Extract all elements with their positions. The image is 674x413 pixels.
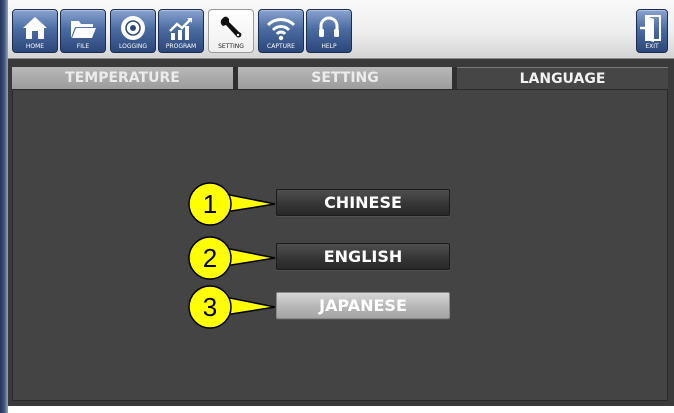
app-window: HOME FILE LOGGING PROGRAM SETTING CAPTUR…	[8, 0, 674, 406]
exit-button[interactable]: EXIT	[636, 9, 668, 53]
tab-divider	[233, 67, 238, 89]
window-edge	[0, 0, 8, 413]
toolbar: HOME FILE LOGGING PROGRAM SETTING CAPTUR…	[8, 0, 674, 59]
callout-3: 3	[179, 283, 279, 329]
callout-1: 1	[179, 180, 279, 226]
callout-2: 2	[179, 234, 279, 280]
callout-number: 2	[202, 243, 218, 273]
home-button[interactable]: HOME	[12, 9, 58, 53]
tab-setting[interactable]: SETTING	[238, 67, 452, 89]
folder-icon	[61, 13, 105, 43]
help-button[interactable]: HELP	[306, 9, 352, 53]
headset-icon	[307, 13, 351, 43]
english-button[interactable]: ENGLISH	[276, 243, 450, 270]
exit-label: EXIT	[645, 43, 659, 50]
setting-button[interactable]: SETTING	[208, 9, 254, 53]
language-panel: CHINESE ENGLISH JAPANESE 1 2 3	[12, 89, 668, 401]
home-icon	[13, 13, 57, 43]
disc-icon	[111, 13, 155, 43]
chart-icon	[159, 13, 203, 43]
exit-door-icon	[637, 13, 667, 43]
setting-label: SETTING	[218, 43, 244, 50]
capture-label: CAPTURE	[267, 43, 295, 50]
file-label: FILE	[76, 43, 90, 50]
tab-bar: TEMPERATURE SETTING LANGUAGE	[8, 67, 674, 89]
wifi-icon	[259, 13, 303, 43]
callout-number: 3	[202, 292, 218, 322]
tab-language[interactable]: LANGUAGE	[457, 67, 668, 89]
capture-button[interactable]: CAPTURE	[258, 9, 304, 53]
file-button[interactable]: FILE	[60, 9, 106, 53]
wrench-icon	[209, 13, 253, 43]
program-label: PROGRAM	[165, 43, 197, 50]
logging-button[interactable]: LOGGING	[110, 9, 156, 53]
chinese-button[interactable]: CHINESE	[276, 189, 450, 216]
japanese-button[interactable]: JAPANESE	[276, 292, 450, 319]
tab-temperature[interactable]: TEMPERATURE	[12, 67, 233, 89]
callout-number: 1	[202, 189, 218, 219]
home-label: HOME	[25, 43, 45, 50]
help-label: HELP	[321, 43, 337, 50]
tab-divider	[452, 67, 457, 89]
logging-label: LOGGING	[118, 43, 148, 50]
program-button[interactable]: PROGRAM	[158, 9, 204, 53]
